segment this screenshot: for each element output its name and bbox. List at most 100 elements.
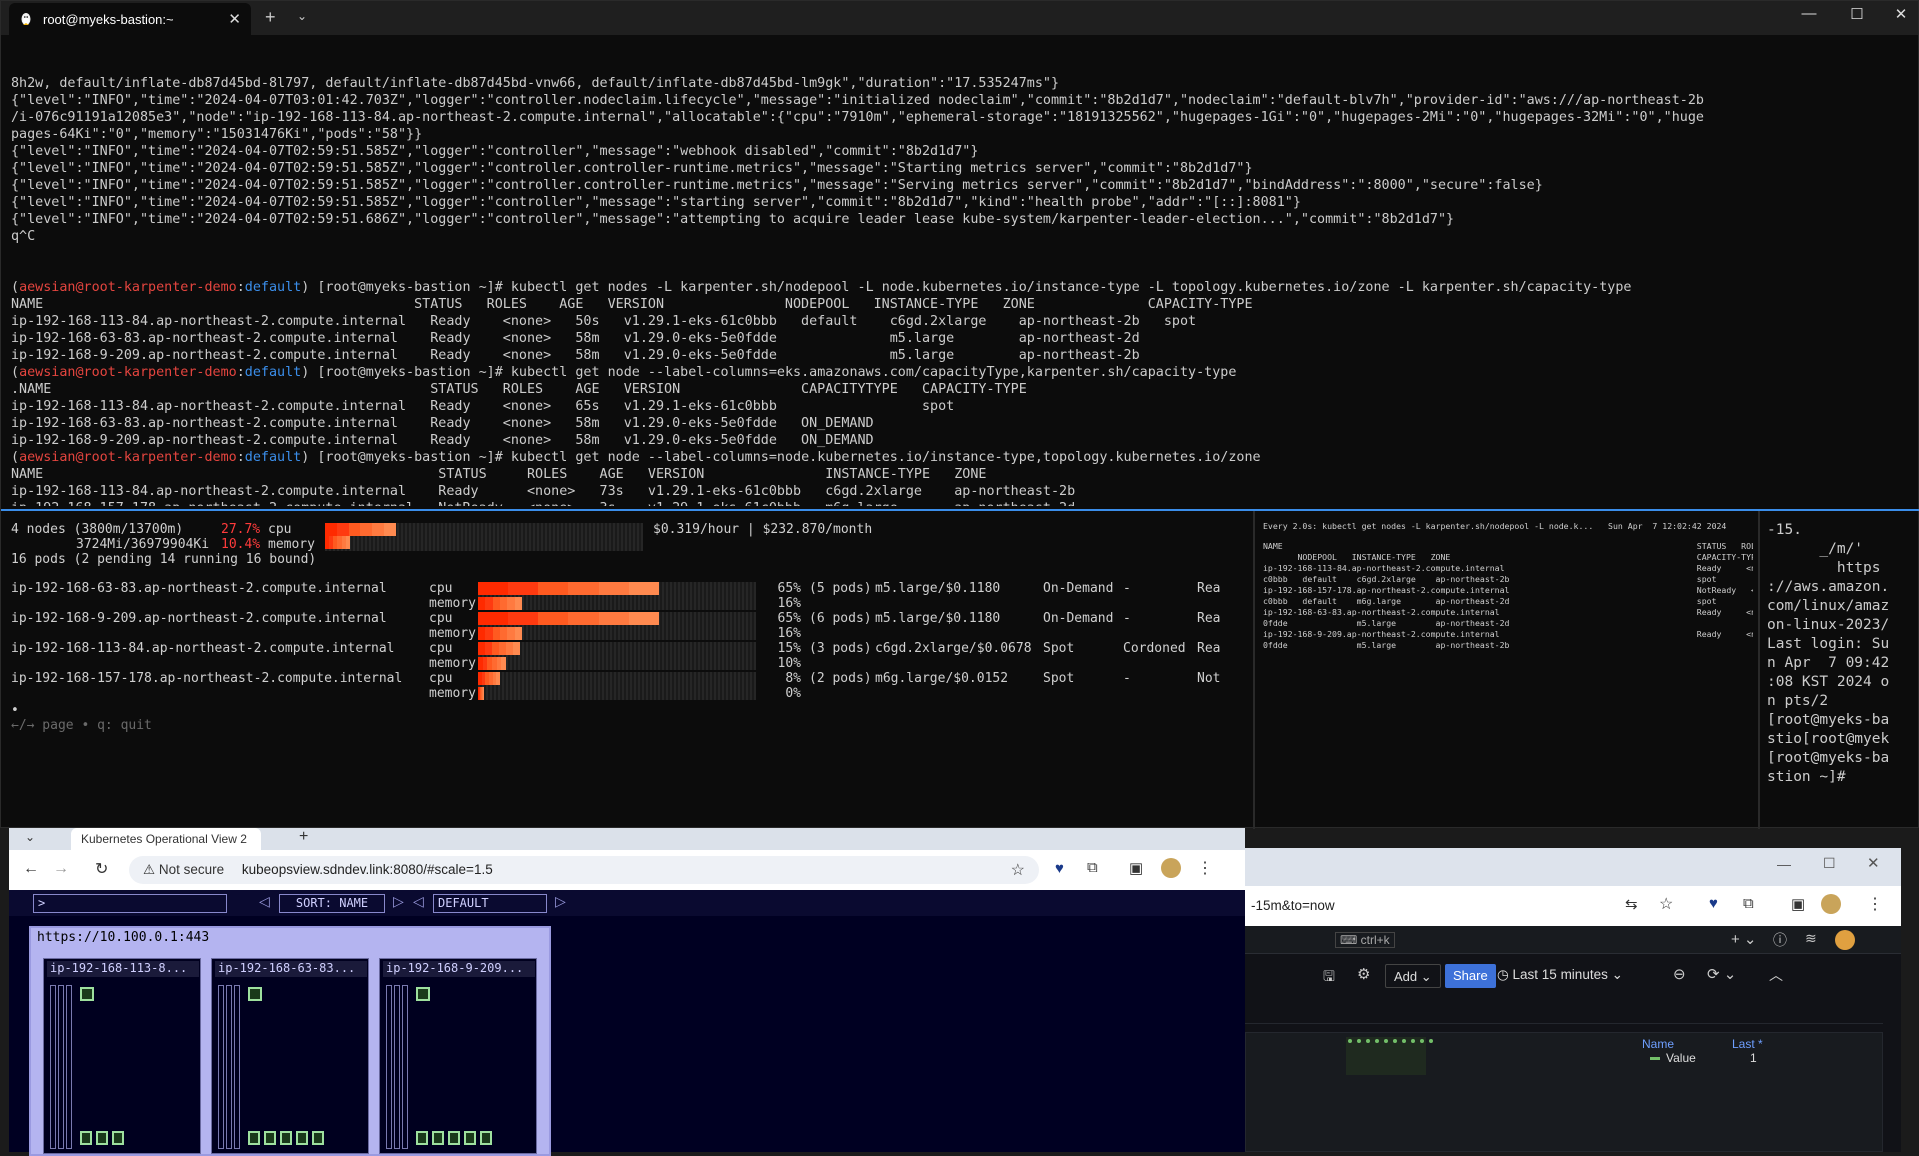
close-window-icon[interactable]: ✕ (1867, 854, 1880, 872)
watch-line: c0bbb default m6g.large ap-northeast-2d … (1263, 596, 1717, 606)
legend-series[interactable]: Value (1666, 1051, 1696, 1065)
sort-select[interactable]: SORT: NAME (279, 894, 385, 913)
legend-name-header[interactable]: Name (1642, 1037, 1674, 1051)
gear-icon[interactable]: ⚙ (1357, 965, 1370, 983)
bar-segment (372, 523, 385, 536)
avatar[interactable] (1821, 894, 1841, 914)
save-icon[interactable]: 🖫 (1323, 966, 1335, 990)
node-label: ip-192-168-113-8... (47, 961, 199, 977)
summary-mem-pct: 10.4% (221, 537, 261, 552)
time-range-picker[interactable]: ◷ Last 15 minutes ⌄ (1497, 967, 1623, 983)
close-tab-icon[interactable]: ✕ (228, 10, 241, 28)
ns-prev-icon[interactable]: ◁ (413, 893, 424, 910)
bookmark-star-icon[interactable]: ☆ (1659, 894, 1673, 914)
extension-heart-icon[interactable]: ♥ (1055, 860, 1064, 877)
new-tab-button[interactable]: + (265, 7, 276, 28)
bar-segment (360, 523, 373, 536)
bar-segment (499, 642, 506, 655)
cost-summary: $0.319/hour | $232.870/month (653, 522, 873, 537)
avatar[interactable] (1835, 930, 1855, 950)
zoom-out-icon[interactable]: ⊖ (1673, 965, 1686, 983)
mem-percent: 10% (777, 656, 801, 671)
series-point (1429, 1039, 1433, 1043)
side-panel-icon[interactable]: ▣ (1129, 859, 1143, 877)
pod-box (248, 987, 262, 1001)
add-plus-icon[interactable]: + ⌄ (1731, 930, 1757, 948)
filter-input[interactable]: > (33, 894, 227, 913)
cluster-node[interactable]: ip-192-168-113-8... (43, 958, 201, 1154)
avatar[interactable] (1161, 858, 1181, 878)
maximize-icon[interactable]: ☐ (1823, 855, 1836, 872)
collapse-icon[interactable]: ︿ (1769, 965, 1783, 985)
shell-line: :08 KST 2024 o (1767, 674, 1890, 690)
shell-line: n pts/2 (1767, 693, 1829, 709)
refresh-icon[interactable]: ⟳ ⌄ (1707, 965, 1736, 983)
bar-segment (492, 627, 500, 640)
log-line: q^C (11, 229, 36, 244)
log-line: {"level":"INFO","time":"2024-04-07T02:59… (11, 212, 1455, 227)
ns-next-icon[interactable]: ▷ (555, 893, 566, 910)
series-point (1402, 1039, 1406, 1043)
pane-divider[interactable] (1758, 511, 1760, 829)
bar-segment (501, 657, 506, 670)
side-panel-icon[interactable]: ▣ (1791, 895, 1805, 913)
search-shortcut[interactable]: ⌨ ctrl+k (1335, 932, 1395, 948)
menu-kebab-icon[interactable]: ⋮ (1197, 858, 1213, 878)
address-bar[interactable]: -15m&to=now (1245, 892, 1625, 920)
maximize-icon[interactable]: ☐ (1837, 5, 1877, 23)
node-status: Rea (1197, 641, 1221, 656)
cordon-status: - (1123, 671, 1131, 686)
reload-icon[interactable]: ↻ (95, 859, 108, 879)
sort-prev-icon[interactable]: ◁ (259, 893, 270, 910)
watch-line: ip-192-168-113-84.ap-northeast-2.compute… (1263, 563, 1753, 573)
kov-filter-bar: > ◁ SORT: NAME ▷ ◁ DEFAULT ▷ (9, 890, 1245, 916)
watch-line: NAME STATUS ROLES AGE VERSION (1263, 541, 1753, 551)
not-secure-indicator[interactable]: ⚠ Not secure (143, 862, 224, 877)
add-button[interactable]: Add ⌄ (1385, 964, 1441, 988)
browser-tab[interactable]: Kubernetes Operational View 2 (71, 828, 261, 850)
new-tab-button[interactable]: + (299, 828, 308, 846)
node-cpu-bar (478, 582, 659, 595)
bar-segment (483, 687, 484, 700)
share-button[interactable]: Share (1445, 964, 1496, 988)
graph-panel[interactable]: Name Last * Value 1 (1245, 1032, 1883, 1152)
forward-icon[interactable]: → (53, 860, 69, 878)
resource-gauge (218, 985, 224, 1149)
back-icon[interactable]: ← (23, 860, 39, 878)
translate-icon[interactable]: ⇆ (1625, 895, 1638, 913)
node-viewer-pane[interactable]: 4 nodes (3800m/13700m) 27.7% cpu 3724Mi/… (11, 519, 1251, 819)
pod-box (432, 1131, 444, 1145)
cluster-node[interactable]: ip-192-168-63-83... (211, 958, 369, 1154)
terminal-tab[interactable]: root@myeks-bastion:~ ✕ (9, 3, 251, 35)
bar-segment (628, 582, 659, 595)
menu-kebab-icon[interactable]: ⋮ (1867, 894, 1883, 914)
extension-heart-icon[interactable]: ♥ (1709, 895, 1718, 912)
extensions-icon[interactable]: ⧉ (1743, 895, 1754, 912)
help-icon[interactable]: ⓘ (1773, 930, 1787, 950)
instance-type: m5.large/$0.1180 (875, 581, 1001, 596)
watch-pane[interactable]: Every 2.0s: kubectl get nodes -L karpent… (1263, 521, 1753, 821)
right-shell-pane[interactable]: -15. _/m/' https://aws.amazon. com/linux/… (1767, 521, 1917, 821)
tab-search-icon[interactable]: ⌄ (25, 830, 35, 844)
tab-dropdown-icon[interactable]: ⌄ (297, 9, 307, 23)
close-window-icon[interactable]: ✕ (1881, 5, 1919, 23)
series-point (1357, 1039, 1361, 1043)
address-bar[interactable]: ⚠ Not secure kubeopsview.sdndev.link:808… (129, 856, 1039, 884)
sort-next-icon[interactable]: ▷ (393, 893, 404, 910)
cpu-label: cpu (429, 641, 453, 656)
pane-divider[interactable] (1253, 511, 1255, 829)
bookmark-star-icon[interactable]: ☆ (1011, 860, 1025, 880)
cluster-box[interactable]: https://10.100.0.1:443 ip-192-168-113-8.… (29, 926, 551, 1156)
news-rss-icon[interactable]: ≋ (1805, 930, 1817, 947)
prompt-user: aewsian@root-karpenter-demo (19, 450, 237, 465)
minimize-icon[interactable]: — (1789, 5, 1829, 22)
node-mem-bar (478, 597, 522, 610)
namespace-select[interactable]: DEFAULT (433, 894, 547, 913)
cluster-node[interactable]: ip-192-168-9-209... (379, 958, 537, 1154)
terminal-top-pane[interactable]: 8h2w, default/inflate-db87d45bd-8l797, d… (11, 41, 1911, 506)
shell-line: n Apr 7 09:42 (1767, 655, 1890, 671)
pane-divider[interactable] (1, 509, 1919, 511)
minimize-icon[interactable]: — (1777, 856, 1791, 872)
legend-last-header[interactable]: Last * (1732, 1037, 1763, 1051)
extensions-icon[interactable]: ⧉ (1087, 859, 1098, 876)
